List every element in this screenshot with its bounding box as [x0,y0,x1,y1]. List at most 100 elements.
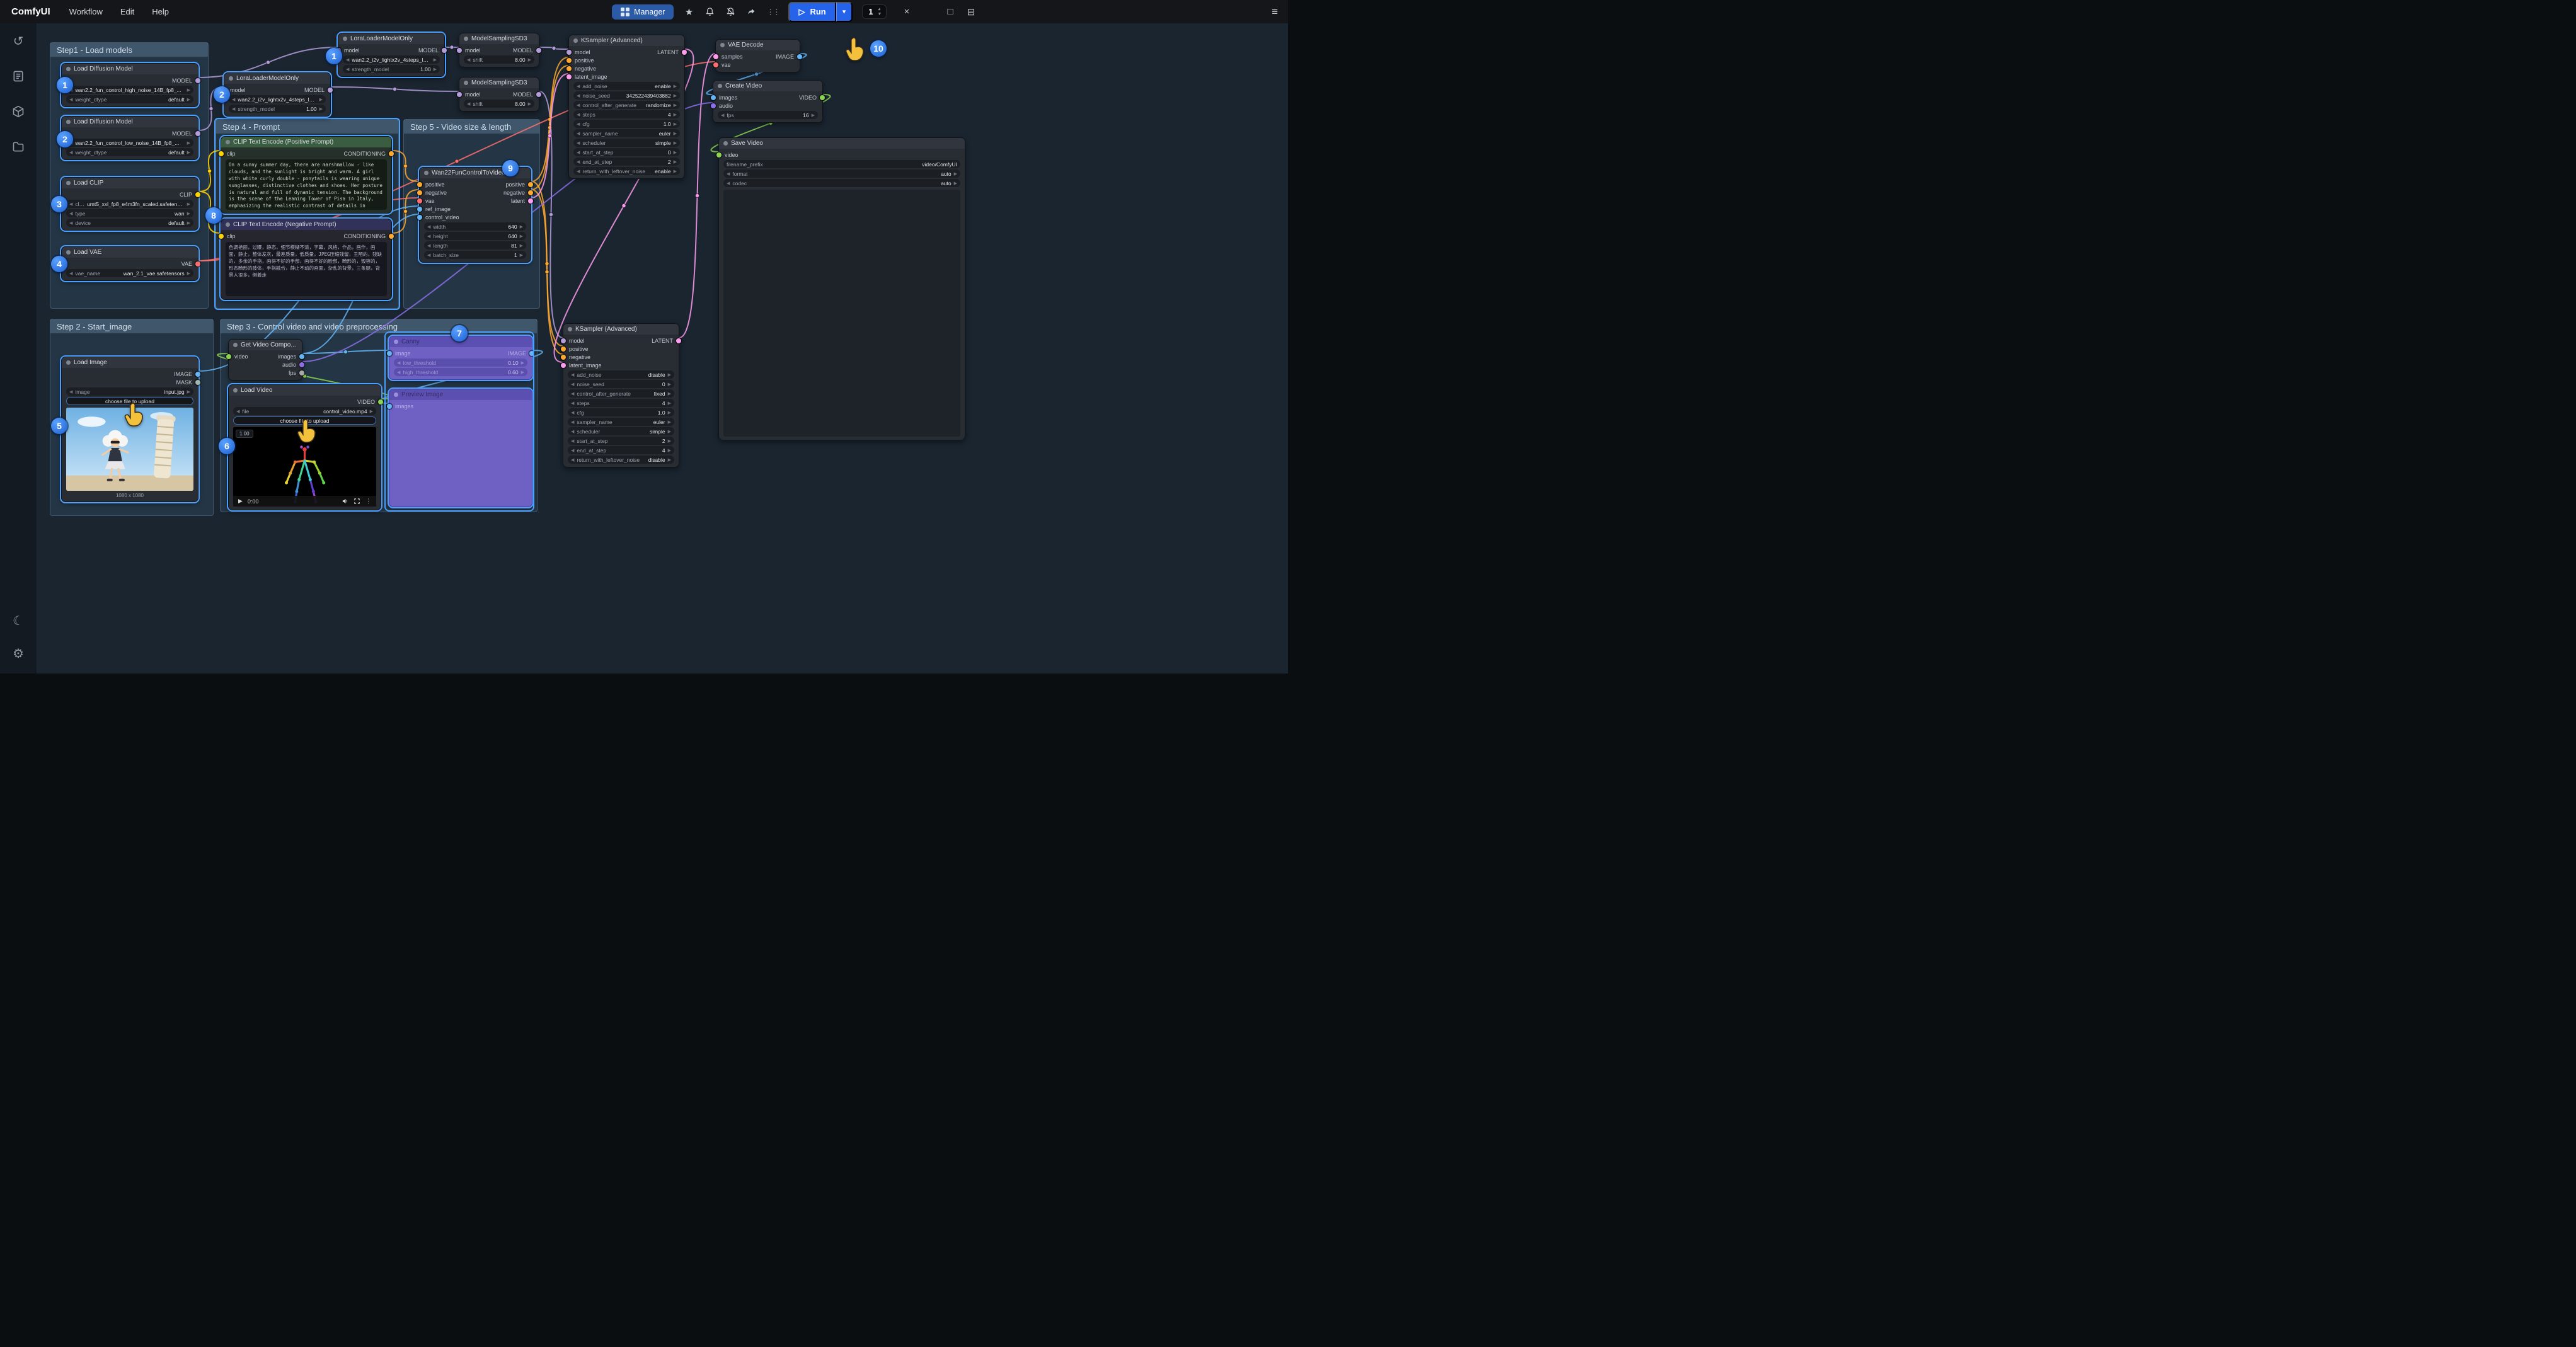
widget-left-arrow-icon[interactable]: ◀ [346,57,349,62]
widget-right-arrow-icon[interactable]: ▶ [812,113,815,118]
widget-format[interactable]: ◀formatauto▶ [723,169,960,178]
node-title-load-diffusion-model-high[interactable]: Load Diffusion Model [62,64,198,74]
node-ksampler-advanced-2[interactable]: KSampler (Advanced)modelLATENTpositivene… [563,323,679,467]
run-button[interactable]: ▷ Run [788,2,836,22]
widget-noise-seed[interactable]: ◀noise_seed342522439403882▶ [573,91,680,100]
widget-length[interactable]: ◀length81▶ [424,241,526,249]
widget-left-arrow-icon[interactable]: ◀ [397,360,400,365]
widget-right-arrow-icon[interactable]: ▶ [187,221,190,226]
widget-device[interactable]: ◀devicedefault▶ [66,219,193,227]
bottom-panel-icon[interactable]: ⊟ [965,6,977,18]
play-button[interactable]: ▶ [238,498,243,505]
widget-left-arrow-icon[interactable]: ◀ [727,181,730,186]
image-input-pin[interactable] [387,351,392,356]
app-logo[interactable]: ComfyUI [11,6,50,17]
collapse-dot-icon[interactable] [464,37,468,41]
widget-right-arrow-icon[interactable]: ▶ [319,106,323,112]
node-model-sampling-sd3-2[interactable]: ModelSamplingSD3modelMODEL◀shift8.00▶ [459,77,539,112]
widget-weight-dtype[interactable]: ◀weight_dtypedefault▶ [66,148,193,156]
widget-left-arrow-icon[interactable]: ◀ [571,457,574,462]
widget-cfg[interactable]: ◀cfg1.0▶ [568,408,674,416]
collapse-dot-icon[interactable] [233,343,238,347]
widget-end-at-step[interactable]: ◀end_at_step2▶ [573,158,680,166]
widget-left-arrow-icon[interactable]: ◀ [69,389,72,394]
node-save-video[interactable]: Save Videovideofilename_prefixvideo/Comf… [718,137,965,440]
latent_image-input-pin[interactable] [566,74,572,79]
widget-right-arrow-icon[interactable]: ▶ [674,131,677,136]
bell-off-icon[interactable] [725,7,736,16]
node-title-load-video[interactable]: Load Video [229,385,381,396]
VIDEO-output-pin[interactable] [378,399,383,404]
widget-left-arrow-icon[interactable]: ◀ [427,253,430,258]
node-title-load-clip[interactable]: Load CLIP [62,178,198,188]
node-vae-decode[interactable]: VAE DecodesamplesIMAGEvae [715,39,800,72]
widget-left-arrow-icon[interactable]: ◀ [427,224,430,229]
model-library-icon[interactable] [11,104,26,119]
widget-strength-model[interactable]: ◀strength_model1.00▶ [343,65,440,73]
widget-right-arrow-icon[interactable]: ▶ [187,202,190,207]
widget-wan2-2-i2v-lightx2v-4steps[interactable]: ◀wan2.2_i2v_lightx2v_4steps_lor ...▶ [343,55,440,64]
node-create-video[interactable]: Create VideoimagesVIDEOaudio◀fps16▶ [713,80,823,123]
widget-shift[interactable]: ◀shift8.00▶ [464,100,534,108]
node-canny[interactable]: CannyimageIMAGE◀low_threshold0.10▶◀high_… [389,336,532,380]
MODEL-output-pin[interactable] [195,78,200,83]
node-model-sampling-sd3-1[interactable]: ModelSamplingSD3modelMODEL◀shift8.00▶ [459,33,539,67]
widget-left-arrow-icon[interactable]: ◀ [232,106,235,112]
widget-right-arrow-icon[interactable]: ▶ [520,253,523,258]
collapse-dot-icon[interactable] [226,222,230,227]
node-ksampler-advanced-1[interactable]: KSampler (Advanced)modelLATENTpositivene… [568,35,685,179]
VAE-output-pin[interactable] [195,261,200,267]
widget-add-noise[interactable]: ◀add_noiseenable▶ [573,82,680,90]
collapse-dot-icon[interactable] [718,84,722,88]
LATENT-output-pin[interactable] [676,338,681,343]
queue-up-icon[interactable]: ▴ [878,7,880,12]
widget-right-arrow-icon[interactable]: ▶ [674,93,677,98]
node-title-model-sampling-sd3-1[interactable]: ModelSamplingSD3 [459,33,539,44]
widget-left-arrow-icon[interactable]: ◀ [571,401,574,406]
widget-left-arrow-icon[interactable]: ◀ [232,97,235,102]
queue-count-stepper[interactable]: 1 ▴ ▾ [862,4,887,19]
collapse-dot-icon[interactable] [573,38,578,43]
node-title-ksampler-advanced-1[interactable]: KSampler (Advanced) [569,35,684,46]
MODEL-output-pin[interactable] [328,88,333,93]
widget-left-arrow-icon[interactable]: ◀ [571,420,574,425]
LATENT-output-pin[interactable] [682,50,687,55]
audio-output-pin[interactable] [299,362,304,367]
group-title-step3[interactable]: Step 3 - Control video and video preproc… [221,319,537,333]
collapse-dot-icon[interactable] [394,340,398,344]
widget-right-arrow-icon[interactable]: ▶ [668,372,671,377]
widget-high-threshold[interactable]: ◀high_threshold0.60▶ [394,368,527,376]
widget-right-arrow-icon[interactable]: ▶ [187,150,190,155]
workflows-folder-icon[interactable] [11,139,26,154]
widget-return-with-leftover-noise[interactable]: ◀return_with_leftover_noiseenable▶ [573,167,680,175]
widget-control-after-generate[interactable]: ◀control_after_generatefixed▶ [568,389,674,398]
control_video-input-pin[interactable] [417,215,422,220]
widget-sampler-name[interactable]: ◀sampler_nameeuler▶ [568,418,674,426]
playback-rate-chip[interactable]: 1.00 [236,430,253,438]
widget-codec[interactable]: ◀codecauto▶ [723,179,960,187]
node-title-ksampler-advanced-2[interactable]: KSampler (Advanced) [563,324,679,335]
widget-left-arrow-icon[interactable]: ◀ [577,169,580,174]
widget-left-arrow-icon[interactable]: ◀ [577,103,580,108]
widget-right-arrow-icon[interactable]: ▶ [187,140,190,146]
node-wan22-fun-control-to-video[interactable]: Wan22FunControlToVideopositivepositivene… [419,167,531,263]
collapse-dot-icon[interactable] [464,81,468,85]
widget-left-arrow-icon[interactable]: ◀ [577,140,580,146]
widget-left-arrow-icon[interactable]: ◀ [69,211,72,216]
IMAGE-output-pin[interactable] [529,351,534,356]
widget-right-arrow-icon[interactable]: ▶ [521,370,524,375]
widget-cli-[interactable]: ◀cli...umt5_xxl_fp8_e4m3fn_scaled.safete… [66,200,193,208]
widget-left-arrow-icon[interactable]: ◀ [236,409,239,414]
history-icon[interactable]: ↺ [11,33,26,49]
node-preview-image[interactable]: Preview Imageimages [389,389,532,507]
widget-wan2-2-fun-control-low-noi[interactable]: ◀wan2.2_fun_control_low_noise_14B_fp8_..… [66,139,193,147]
settings-gear-icon[interactable]: ⚙ [11,646,26,661]
share-icon[interactable] [745,7,757,16]
widget-file[interactable]: ◀filecontrol_video.mp4▶ [233,407,376,415]
widget-left-arrow-icon[interactable]: ◀ [577,84,580,89]
node-title-load-vae[interactable]: Load VAE [62,247,198,258]
widget-steps[interactable]: ◀steps4▶ [573,110,680,118]
widget-right-arrow-icon[interactable]: ▶ [668,382,671,387]
canvas-toggle-icon[interactable]: □ [945,6,956,17]
ref_image-input-pin[interactable] [417,207,422,212]
